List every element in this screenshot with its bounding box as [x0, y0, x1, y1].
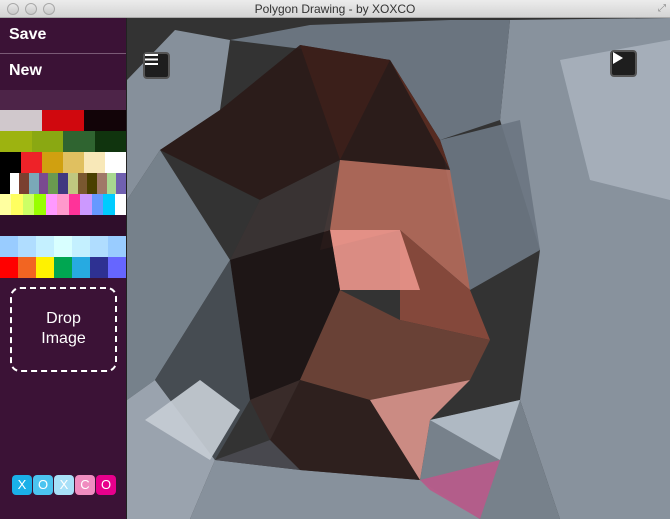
palette-row [0, 257, 126, 278]
logo-tile: O [96, 475, 116, 495]
color-swatch[interactable] [31, 131, 63, 152]
color-swatch[interactable] [84, 152, 105, 173]
color-swatch[interactable] [108, 236, 126, 257]
color-palette [0, 110, 126, 278]
polygon-artwork[interactable] [127, 18, 670, 519]
play-icon [613, 52, 623, 64]
color-swatch[interactable] [0, 173, 10, 194]
color-swatch[interactable] [29, 173, 39, 194]
color-swatch[interactable] [63, 131, 95, 152]
color-swatch[interactable] [0, 194, 12, 215]
color-swatch[interactable] [96, 173, 107, 194]
color-swatch[interactable] [94, 131, 126, 152]
divider-band [0, 90, 126, 110]
palette-row [0, 110, 126, 131]
hamburger-icon [145, 54, 158, 65]
window-title: Polygon Drawing - by XOXCO [254, 2, 416, 16]
logo-tile: O [33, 475, 53, 495]
color-swatch[interactable] [45, 194, 58, 215]
palette-row [0, 173, 126, 194]
color-swatch[interactable] [105, 152, 126, 173]
color-swatch[interactable] [72, 236, 90, 257]
color-swatch[interactable] [42, 110, 84, 131]
drop-image-zone[interactable]: Drop Image [10, 287, 117, 372]
zoom-window-button[interactable] [43, 3, 55, 15]
drop-label-line2: Image [41, 330, 86, 347]
color-swatch[interactable] [18, 236, 36, 257]
color-swatch[interactable] [72, 257, 90, 278]
logo-tile: X [12, 475, 32, 495]
color-swatch[interactable] [42, 152, 63, 173]
color-swatch[interactable] [21, 152, 42, 173]
new-button[interactable]: New [0, 54, 126, 90]
save-button[interactable]: Save [0, 18, 126, 54]
palette-gap [0, 215, 126, 236]
color-swatch[interactable] [84, 110, 126, 131]
color-swatch[interactable] [67, 173, 78, 194]
palette-row [0, 236, 126, 257]
color-swatch[interactable] [91, 194, 104, 215]
play-button[interactable] [610, 50, 637, 77]
color-swatch[interactable] [114, 194, 126, 215]
color-swatch[interactable] [11, 194, 23, 215]
minimize-window-button[interactable] [25, 3, 37, 15]
color-swatch[interactable] [0, 152, 21, 173]
close-window-button[interactable] [7, 3, 19, 15]
color-swatch[interactable] [48, 173, 59, 194]
color-swatch[interactable] [9, 173, 20, 194]
menu-button[interactable] [143, 52, 170, 79]
color-swatch[interactable] [90, 257, 108, 278]
fullscreen-icon[interactable]: ⤢ [658, 3, 666, 15]
color-swatch[interactable] [19, 173, 30, 194]
color-swatch[interactable] [106, 173, 117, 194]
color-swatch[interactable] [54, 236, 72, 257]
palette-row [0, 194, 126, 215]
color-swatch[interactable] [34, 194, 46, 215]
palette-row [0, 131, 126, 152]
title-bar: Polygon Drawing - by XOXCO ⤢ [0, 0, 670, 18]
color-swatch[interactable] [36, 257, 54, 278]
color-swatch[interactable] [80, 194, 92, 215]
color-swatch[interactable] [68, 194, 81, 215]
color-swatch[interactable] [108, 257, 126, 278]
color-swatch[interactable] [0, 236, 18, 257]
color-swatch[interactable] [0, 131, 32, 152]
sidebar: Save New Drop Image XOXCO [0, 18, 127, 519]
logo-tile: X [54, 475, 74, 495]
drawing-canvas[interactable] [127, 18, 670, 519]
xoxco-logo[interactable]: XOXCO [12, 475, 116, 495]
palette-row [0, 152, 126, 173]
color-swatch[interactable] [87, 173, 97, 194]
color-swatch[interactable] [38, 173, 49, 194]
color-swatch[interactable] [116, 173, 126, 194]
color-swatch[interactable] [18, 257, 36, 278]
drop-label-line1: Drop [46, 310, 81, 327]
color-swatch[interactable] [22, 194, 35, 215]
color-swatch[interactable] [77, 173, 88, 194]
color-swatch[interactable] [0, 110, 42, 131]
color-swatch[interactable] [0, 257, 18, 278]
color-swatch[interactable] [57, 194, 69, 215]
color-swatch[interactable] [63, 152, 84, 173]
color-swatch[interactable] [36, 236, 54, 257]
color-swatch[interactable] [103, 194, 115, 215]
color-swatch[interactable] [90, 236, 108, 257]
logo-tile: C [75, 475, 95, 495]
color-swatch[interactable] [58, 173, 68, 194]
color-swatch[interactable] [54, 257, 72, 278]
